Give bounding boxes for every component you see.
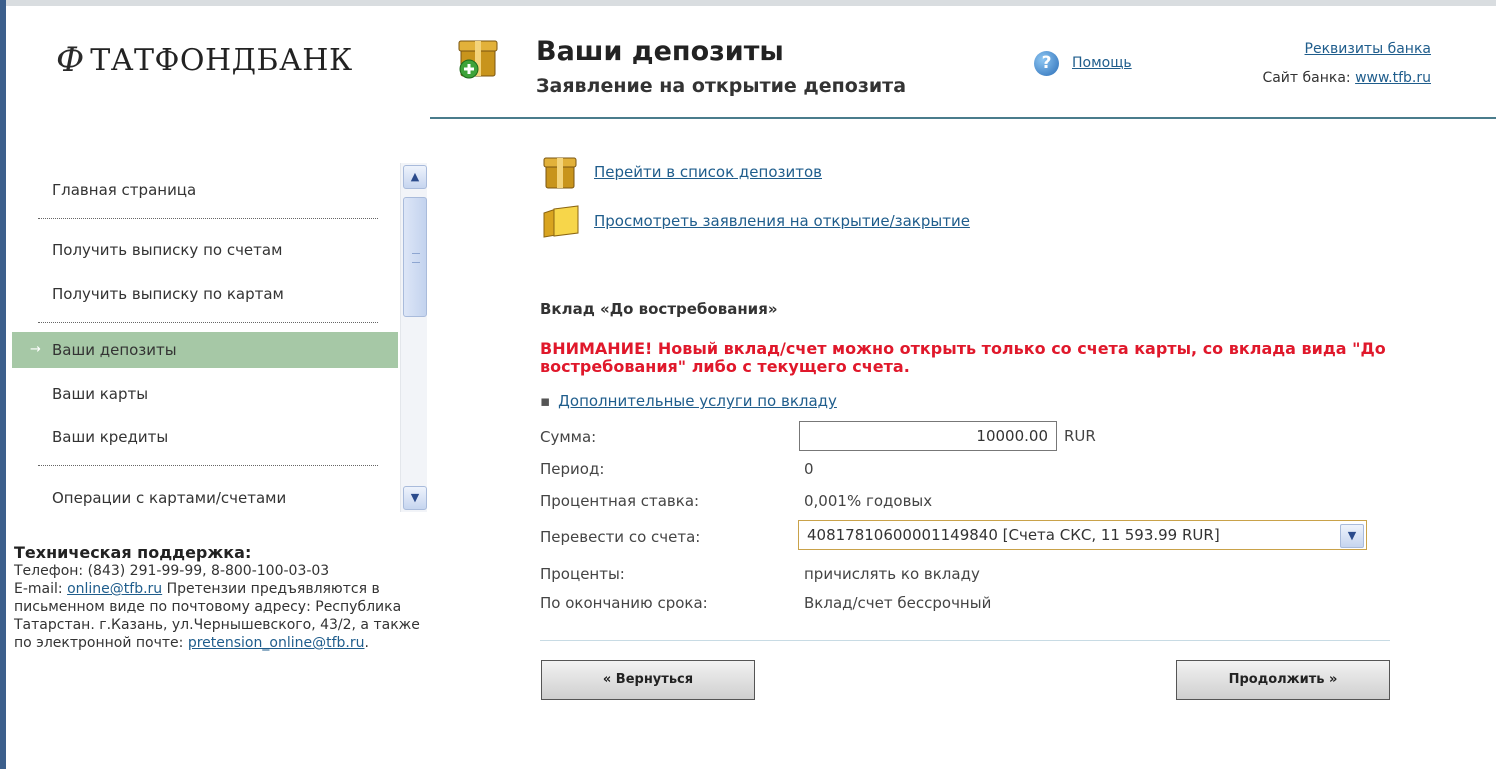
- sidebar-item-deposits[interactable]: → Ваши депозиты: [12, 332, 398, 368]
- bank-logo[interactable]: Ф ТАТФОНДБАНК: [56, 40, 353, 80]
- back-button[interactable]: « Вернуться: [541, 660, 755, 700]
- period-row: Период: 0: [540, 460, 814, 478]
- deposits-list-link[interactable]: Перейти в список депозитов: [594, 163, 822, 181]
- sidebar-item-credits[interactable]: Ваши кредиты: [12, 419, 398, 455]
- support-phone: Телефон: (843) 291-99-99, 8-800-100-03-0…: [14, 563, 330, 579]
- support-email-line: E-mail: online@tfb.ru Претензии предъявл…: [14, 581, 420, 651]
- bank-site: Сайт банка: www.tfb.ru: [1262, 70, 1431, 86]
- from-account-label: Перевести со счета:: [540, 528, 701, 546]
- sidebar-item-label: Ваши депозиты: [52, 341, 177, 359]
- sidebar-item-cards[interactable]: Ваши карты: [12, 376, 398, 412]
- deposit-box-icon: [543, 157, 577, 189]
- form-divider: [540, 640, 1390, 641]
- sidebar-item-cards-statement[interactable]: Получить выписку по картам: [12, 276, 398, 312]
- scroll-down-icon[interactable]: ▼: [403, 486, 427, 510]
- help-icon[interactable]: ?: [1034, 51, 1059, 76]
- bullet-icon: ▪: [540, 392, 551, 410]
- chevron-down-icon[interactable]: ▼: [1340, 524, 1364, 548]
- site-label: Сайт банка:: [1262, 70, 1351, 86]
- selected-account: 40817810600001149840 [Счета СКС, 11 593.…: [807, 526, 1220, 544]
- sidebar-menu: Главная страница Получить выписку по сче…: [12, 160, 398, 520]
- page-title: Ваши депозиты: [536, 36, 784, 67]
- header-divider: [430, 117, 1496, 119]
- interest-row: Проценты: причислять ко вкладу: [540, 565, 980, 583]
- from-account-row: Перевести со счета:: [540, 528, 700, 546]
- maturity-value: Вклад/счет бессрочный: [804, 594, 992, 612]
- claims-email-link[interactable]: pretension_online@tfb.ru: [188, 635, 365, 651]
- from-account-select[interactable]: 40817810600001149840 [Счета СКС, 11 593.…: [798, 520, 1367, 550]
- support-info: Техническая поддержка: Телефон: (843) 29…: [14, 544, 434, 652]
- deposits-list-nav[interactable]: Перейти в список депозитов: [540, 154, 822, 190]
- divider: [38, 322, 378, 323]
- currency-label: RUR: [1064, 427, 1096, 445]
- email-label: E-mail:: [14, 581, 63, 597]
- extra-services-link[interactable]: Дополнительные услуги по вкладу: [558, 392, 837, 410]
- sidebar-item-accounts-statement[interactable]: Получить выписку по счетам: [12, 232, 398, 268]
- divider: [38, 465, 378, 466]
- continue-button[interactable]: Продолжить »: [1176, 660, 1390, 700]
- maturity-row: По окончанию срока: Вклад/счет бессрочны…: [540, 594, 991, 612]
- extra-services[interactable]: ▪ Дополнительные услуги по вкладу: [540, 392, 837, 410]
- amount-input[interactable]: [799, 421, 1057, 451]
- scroll-up-icon[interactable]: ▲: [403, 165, 427, 189]
- interest-value: причислять ко вкладу: [804, 565, 980, 583]
- deposit-title: Вклад «До востребования»: [540, 300, 778, 318]
- rate-value: 0,001% годовых: [804, 492, 933, 510]
- logo-text: ТАТФОНДБАНК: [90, 42, 353, 78]
- applications-link[interactable]: Просмотреть заявления на открытие/закрыт…: [594, 212, 970, 230]
- applications-nav[interactable]: Просмотреть заявления на открытие/закрыт…: [540, 203, 970, 239]
- arrow-right-icon: →: [30, 342, 41, 357]
- sidebar-item-home[interactable]: Главная страница: [12, 172, 398, 208]
- support-email-link[interactable]: online@tfb.ru: [67, 581, 162, 597]
- support-title: Техническая поддержка:: [14, 543, 252, 562]
- period-label: Период:: [540, 460, 605, 478]
- amount-label: Сумма:: [540, 428, 597, 446]
- amount-row: Сумма:: [540, 428, 596, 446]
- maturity-label: По окончанию срока:: [540, 594, 708, 612]
- site-link[interactable]: www.tfb.ru: [1355, 70, 1431, 86]
- sidebar-item-operations[interactable]: Операции с картами/счетами: [12, 480, 398, 516]
- top-border: [0, 0, 1496, 6]
- logo-mark: Ф: [56, 40, 85, 80]
- help-link[interactable]: Помощь: [1072, 55, 1132, 71]
- period-value: 0: [804, 460, 814, 478]
- interest-label: Проценты:: [540, 565, 625, 583]
- page-subtitle: Заявление на открытие депозита: [536, 75, 907, 97]
- deposit-box-icon: [458, 40, 498, 79]
- left-border: [0, 0, 6, 769]
- divider: [38, 218, 378, 219]
- grip-icon: [412, 253, 420, 263]
- sidebar-scrollbar[interactable]: ▲ ▼: [400, 163, 427, 512]
- rate-label: Процентная ставка:: [540, 492, 700, 510]
- folder-icon: [543, 205, 579, 238]
- bank-details-link[interactable]: Реквизиты банка: [1305, 41, 1431, 57]
- rate-row: Процентная ставка: 0,001% годовых: [540, 492, 932, 510]
- warning-message: ВНИМАНИЕ! Новый вклад/счет можно открыть…: [540, 339, 1386, 376]
- scroll-thumb[interactable]: [403, 197, 427, 317]
